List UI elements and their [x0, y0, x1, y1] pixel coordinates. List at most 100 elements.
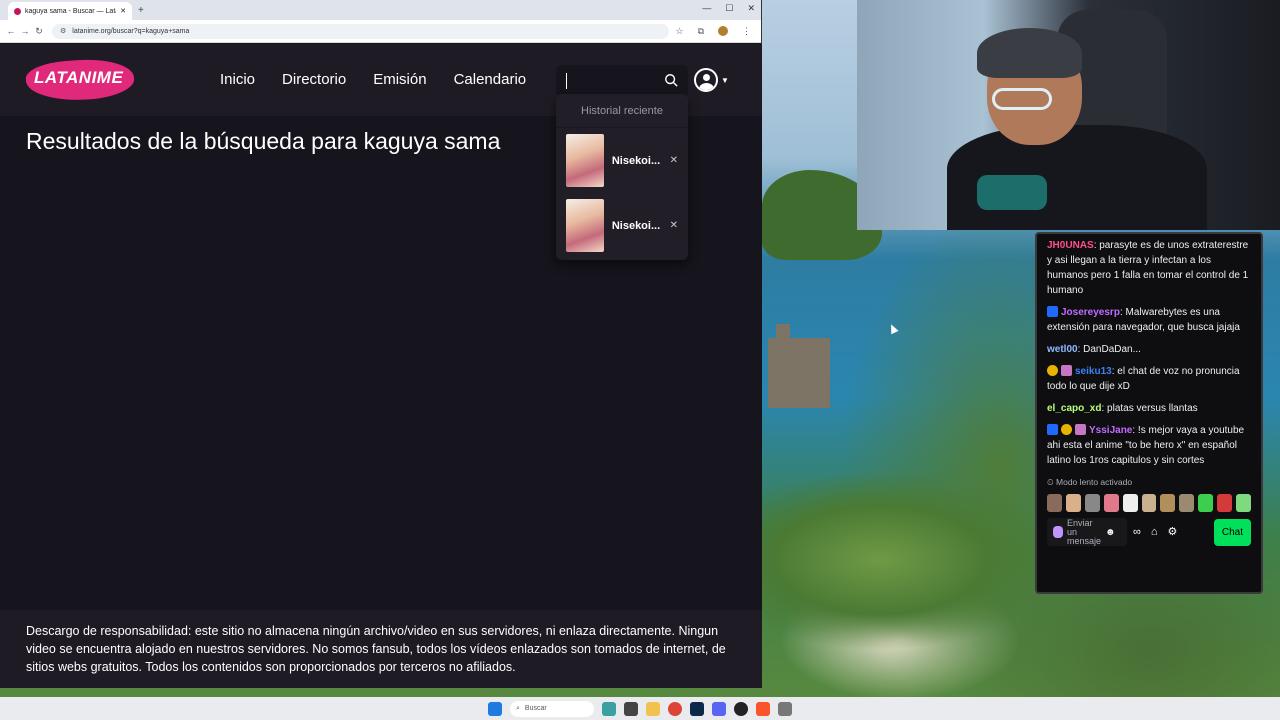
bookmark-star-icon[interactable]: ☆ — [675, 26, 683, 37]
chat-username[interactable]: YssiJane — [1089, 425, 1132, 436]
tab-title: kaguya sama - Buscar — Latani — [25, 7, 117, 15]
site-info-icon[interactable]: ⚙ — [60, 27, 66, 35]
file-explorer-icon[interactable] — [646, 701, 660, 716]
nav-inicio[interactable]: Inicio — [220, 71, 255, 88]
chat-tools: ∞ ⌂ ⚙ — [1133, 525, 1177, 540]
brave-icon[interactable] — [756, 701, 770, 716]
url-text: latanime.org/buscar?q=kaguya+sama — [72, 27, 190, 35]
settings-gear-icon[interactable]: ⚙ — [1168, 525, 1178, 540]
page-title: Resultados de la búsqueda para kaguya sa… — [26, 128, 501, 154]
browser-window: kaguya sama - Buscar — Latani ✕ + — ☐ ✕ … — [0, 0, 762, 688]
channel-points-icon[interactable]: ∞ — [1133, 525, 1141, 540]
history-item[interactable]: Nisekoi... ✕ — [556, 128, 688, 193]
bits-badge-icon — [1061, 424, 1072, 435]
disclaimer-footer: Descargo de responsabilidad: este sitio … — [0, 610, 762, 688]
chat-input[interactable]: Enviar un mensaje ☻ — [1047, 518, 1127, 546]
chat-username[interactable]: el_capo_xd — [1047, 403, 1101, 414]
chat-placeholder: Enviar un mensaje — [1067, 517, 1102, 546]
logo-text: LATANIME — [34, 68, 124, 87]
extensions-icon[interactable]: ⧉ — [698, 26, 704, 37]
chat-text: : DanDaDan... — [1077, 344, 1141, 355]
chat-username[interactable]: seiku13 — [1075, 366, 1112, 377]
subscriber-badge-icon — [1075, 424, 1086, 435]
profile-avatar-icon[interactable] — [718, 26, 728, 36]
store-icon[interactable]: ⌂ — [1151, 525, 1158, 540]
address-bar[interactable]: ⚙ latanime.org/buscar?q=kaguya+sama — [52, 23, 670, 39]
window-controls: — ☐ ✕ — [702, 3, 755, 14]
task-view-icon[interactable] — [624, 701, 638, 716]
browser-tab[interactable]: kaguya sama - Buscar — Latani ✕ — [8, 2, 132, 20]
maximize-icon[interactable]: ☐ — [725, 3, 733, 14]
emote-icon[interactable] — [1084, 494, 1100, 512]
obs-icon[interactable] — [734, 701, 748, 716]
user-menu[interactable]: ▼ — [694, 68, 729, 92]
streamer-cap — [977, 28, 1082, 78]
search-history-dropdown: Historial reciente Nisekoi... ✕ Nisekoi.… — [556, 94, 688, 260]
chevron-down-icon: ▼ — [721, 75, 729, 85]
webcam-overlay — [857, 0, 1280, 230]
emote-icon[interactable] — [1179, 494, 1195, 512]
emote-icon[interactable] — [1103, 494, 1119, 512]
chat-message: Josereyesrp: Malwarebytes es una extensi… — [1047, 305, 1251, 335]
chat-message: JH0UNAS: parasyte es de unos extraterest… — [1047, 238, 1251, 298]
photoshop-icon[interactable] — [690, 701, 704, 716]
settings-app-icon[interactable] — [778, 701, 792, 716]
nav-emision[interactable]: Emisión — [373, 71, 426, 88]
emote-icon[interactable] — [1198, 494, 1214, 512]
microphone — [977, 175, 1047, 210]
history-item[interactable]: Nisekoi... ✕ — [556, 193, 688, 258]
widgets-icon[interactable] — [602, 701, 616, 716]
chat-text: : platas versus llantas — [1101, 403, 1198, 414]
site-favicon-icon — [14, 7, 21, 15]
site-logo[interactable]: LATANIME — [24, 56, 136, 104]
search-icon[interactable] — [664, 73, 678, 87]
taskbar-search[interactable]: ⌕ Buscar — [510, 700, 594, 717]
emote-icon[interactable] — [1160, 494, 1176, 512]
stream-chat: JH0UNAS: parasyte es de unos extraterest… — [1035, 232, 1263, 594]
tab-bar: kaguya sama - Buscar — Latani ✕ + — ☐ ✕ — [0, 0, 761, 20]
chat-username[interactable]: Josereyesrp — [1061, 307, 1120, 318]
remove-history-icon[interactable]: ✕ — [670, 220, 678, 231]
forward-arrow-icon[interactable]: → — [18, 26, 32, 36]
emote-icon[interactable] — [1217, 494, 1233, 512]
slow-mode-icon: ⏲ — [1047, 477, 1054, 487]
main-nav: Inicio Directorio Emisión Calendario — [220, 71, 526, 88]
windows-start-icon[interactable] — [488, 701, 502, 716]
nav-calendario[interactable]: Calendario — [454, 71, 527, 88]
search-input[interactable] — [556, 65, 688, 97]
emote-icon[interactable] — [1236, 494, 1251, 512]
remove-history-icon[interactable]: ✕ — [670, 155, 678, 166]
discord-icon[interactable] — [712, 701, 726, 716]
emoji-icon[interactable]: ☻ — [1105, 525, 1116, 540]
emote-bar — [1047, 494, 1251, 512]
new-tab-icon[interactable]: + — [138, 5, 144, 16]
chat-send-button[interactable]: Chat — [1213, 518, 1251, 546]
chrome-icon[interactable] — [668, 701, 682, 716]
tab-close-icon[interactable]: ✕ — [120, 7, 126, 15]
chat-input-bar: Enviar un mensaje ☻ ∞ ⌂ ⚙ Chat — [1047, 518, 1251, 546]
close-window-icon[interactable]: ✕ — [747, 3, 755, 14]
prime-badge-icon — [1047, 306, 1058, 317]
windows-taskbar: ⌕ Buscar — [0, 697, 1280, 720]
emote-icon[interactable] — [1141, 494, 1157, 512]
menu-kebab-icon[interactable]: ⋮ — [742, 26, 751, 37]
chat-username[interactable]: JH0UNAS — [1047, 240, 1094, 251]
history-item-name: Nisekoi... — [611, 219, 661, 232]
chat-message: el_capo_xd: platas versus llantas — [1047, 401, 1251, 416]
chat-message: seiku13: el chat de voz no pronuncia tod… — [1047, 364, 1251, 394]
minimize-icon[interactable]: — — [702, 3, 711, 14]
mic-icon[interactable] — [1053, 526, 1063, 538]
chat-username[interactable]: wetl00 — [1047, 344, 1078, 355]
emote-icon[interactable] — [1065, 494, 1081, 512]
emote-icon[interactable] — [1047, 494, 1062, 512]
streamer-glasses — [992, 88, 1052, 110]
back-arrow-icon[interactable]: ← — [4, 26, 18, 36]
emote-icon[interactable] — [1122, 494, 1138, 512]
reload-icon[interactable]: ↻ — [32, 26, 46, 37]
nav-directorio[interactable]: Directorio — [282, 71, 346, 88]
bits-badge-icon — [1047, 365, 1058, 376]
text-caret — [566, 73, 567, 89]
prime-badge-icon — [1047, 424, 1058, 435]
address-toolbar: ← → ↻ ⚙ latanime.org/buscar?q=kaguya+sam… — [0, 20, 761, 43]
taskbar-search-placeholder: Buscar — [524, 705, 547, 712]
